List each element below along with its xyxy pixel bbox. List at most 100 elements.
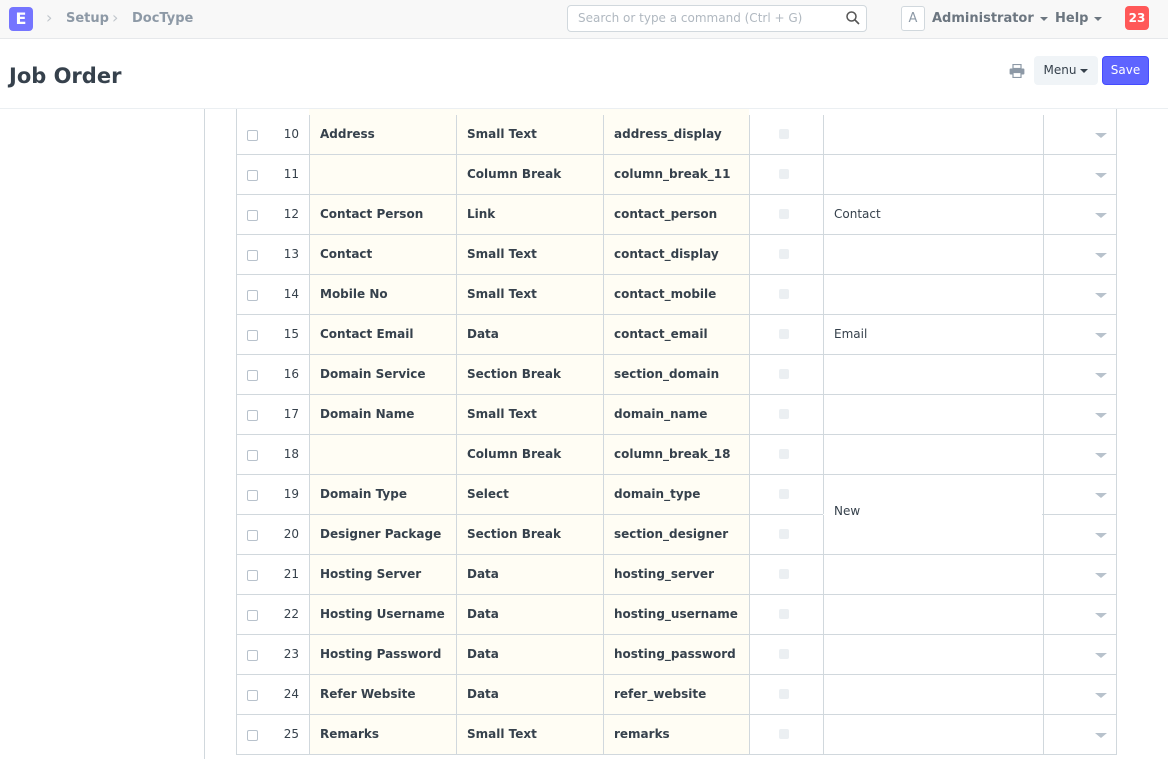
mandatory-checkbox[interactable] xyxy=(779,409,789,419)
mandatory-checkbox[interactable] xyxy=(779,689,789,699)
mandatory-checkbox[interactable] xyxy=(779,209,789,219)
field-type-cell[interactable]: Small Text xyxy=(456,115,603,154)
field-options-cell[interactable] xyxy=(823,595,1043,634)
field-name-cell[interactable]: contact_person xyxy=(603,195,749,234)
table-row[interactable]: 21 Hosting Server Data hosting_server xyxy=(236,555,1117,595)
field-name-cell[interactable]: refer_website xyxy=(603,675,749,714)
help-menu[interactable]: Help xyxy=(1055,11,1103,26)
row-edit-cell[interactable] xyxy=(1043,115,1117,154)
field-name-cell[interactable]: column_break_11 xyxy=(603,155,749,194)
row-select-cell[interactable] xyxy=(237,395,277,434)
row-checkbox[interactable] xyxy=(247,410,258,421)
mandatory-cell[interactable] xyxy=(749,275,823,314)
field-name-cell[interactable]: hosting_username xyxy=(603,595,749,634)
row-select-cell[interactable] xyxy=(237,355,277,394)
row-edit-cell[interactable] xyxy=(1043,555,1117,594)
row-select-cell[interactable] xyxy=(237,635,277,674)
field-options-cell[interactable]: New xyxy=(823,475,1043,518)
field-type-cell[interactable]: Small Text xyxy=(456,275,603,314)
mandatory-checkbox[interactable] xyxy=(779,169,789,179)
field-options-cell[interactable] xyxy=(823,715,1043,754)
row-edit-cell[interactable] xyxy=(1043,675,1117,714)
field-type-cell[interactable]: Data xyxy=(456,595,603,634)
field-name-cell[interactable]: domain_name xyxy=(603,395,749,434)
row-checkbox[interactable] xyxy=(247,170,258,181)
mandatory-cell[interactable] xyxy=(749,395,823,434)
mandatory-cell[interactable] xyxy=(749,435,823,474)
mandatory-cell[interactable] xyxy=(749,475,823,514)
field-name-cell[interactable]: contact_mobile xyxy=(603,275,749,314)
row-checkbox[interactable] xyxy=(247,210,258,221)
row-edit-cell[interactable] xyxy=(1043,155,1117,194)
row-checkbox[interactable] xyxy=(247,490,258,501)
field-label-cell[interactable]: Contact Person xyxy=(309,195,456,234)
mandatory-checkbox[interactable] xyxy=(779,329,789,339)
field-type-cell[interactable]: Small Text xyxy=(456,395,603,434)
app-logo[interactable]: E xyxy=(9,7,33,31)
row-edit-cell[interactable] xyxy=(1043,355,1117,394)
table-row[interactable]: 19 Domain Type Select domain_type New xyxy=(236,475,1117,518)
search-input[interactable]: Search or type a command (Ctrl + G) xyxy=(567,5,867,32)
field-type-cell[interactable]: Small Text xyxy=(456,715,603,754)
mandatory-checkbox[interactable] xyxy=(779,489,789,499)
field-name-cell[interactable]: address_display xyxy=(603,115,749,154)
field-type-cell[interactable]: Data xyxy=(456,675,603,714)
breadcrumb-setup[interactable]: Setup xyxy=(66,11,109,26)
row-edit-cell[interactable] xyxy=(1043,435,1117,474)
row-edit-cell[interactable] xyxy=(1043,315,1117,354)
row-select-cell[interactable] xyxy=(237,315,277,354)
row-checkbox[interactable] xyxy=(247,610,258,621)
save-button[interactable]: Save xyxy=(1102,56,1149,85)
table-row[interactable]: 16 Domain Service Section Break section_dom… xyxy=(236,355,1117,395)
field-options-cell[interactable] xyxy=(823,115,1043,154)
field-type-cell[interactable]: Small Text xyxy=(456,235,603,274)
field-name-cell[interactable]: hosting_server xyxy=(603,555,749,594)
field-type-cell[interactable]: Link xyxy=(456,195,603,234)
row-edit-cell[interactable] xyxy=(1043,275,1117,314)
field-name-cell[interactable]: section_designer xyxy=(603,515,749,554)
mandatory-cell[interactable] xyxy=(749,675,823,714)
table-row[interactable]: 20 Designer Package Section Break section_d… xyxy=(236,515,1117,555)
field-type-cell[interactable]: Column Break xyxy=(456,435,603,474)
row-checkbox[interactable] xyxy=(247,370,258,381)
mandatory-checkbox[interactable] xyxy=(779,369,789,379)
row-select-cell[interactable] xyxy=(237,435,277,474)
row-edit-cell[interactable] xyxy=(1043,595,1117,634)
mandatory-cell[interactable] xyxy=(749,515,823,554)
field-label-cell[interactable] xyxy=(309,155,456,194)
table-row[interactable]: 25 Remarks Small Text remarks xyxy=(236,715,1117,755)
mandatory-cell[interactable] xyxy=(749,155,823,194)
row-select-cell[interactable] xyxy=(237,595,277,634)
dropdown-arrow-icon[interactable] xyxy=(1095,533,1107,538)
field-label-cell[interactable]: Contact xyxy=(309,235,456,274)
mandatory-checkbox[interactable] xyxy=(779,129,789,139)
field-options-cell[interactable]: Email xyxy=(823,315,1043,354)
field-options-cell[interactable] xyxy=(823,155,1043,194)
menu-button[interactable]: Menu xyxy=(1034,56,1098,85)
dropdown-arrow-icon[interactable] xyxy=(1095,493,1107,498)
table-row[interactable]: 15 Contact Email Data contact_email Email xyxy=(236,315,1117,355)
field-options-cell[interactable] xyxy=(823,515,1043,554)
dropdown-arrow-icon[interactable] xyxy=(1095,333,1107,338)
field-label-cell[interactable]: Domain Name xyxy=(309,395,456,434)
mandatory-cell[interactable] xyxy=(749,115,823,154)
user-menu[interactable]: Administrator xyxy=(932,11,1048,26)
field-label-cell[interactable]: Designer Package xyxy=(309,515,456,554)
mandatory-checkbox[interactable] xyxy=(779,289,789,299)
table-row[interactable]: 24 Refer Website Data refer_website xyxy=(236,675,1117,715)
row-checkbox[interactable] xyxy=(247,690,258,701)
field-type-cell[interactable]: Section Break xyxy=(456,515,603,554)
row-checkbox[interactable] xyxy=(247,730,258,741)
dropdown-arrow-icon[interactable] xyxy=(1095,253,1107,258)
field-name-cell[interactable]: domain_type xyxy=(603,475,749,514)
mandatory-checkbox[interactable] xyxy=(779,529,789,539)
mandatory-cell[interactable] xyxy=(749,235,823,274)
table-row[interactable]: 23 Hosting Password Data hosting_password xyxy=(236,635,1117,675)
row-checkbox[interactable] xyxy=(247,650,258,661)
row-edit-cell[interactable] xyxy=(1043,515,1117,554)
row-select-cell[interactable] xyxy=(237,195,277,234)
field-name-cell[interactable]: contact_email xyxy=(603,315,749,354)
dropdown-arrow-icon[interactable] xyxy=(1095,573,1107,578)
row-edit-cell[interactable] xyxy=(1043,395,1117,434)
table-row[interactable]: 11 Column Break column_break_11 xyxy=(236,155,1117,195)
